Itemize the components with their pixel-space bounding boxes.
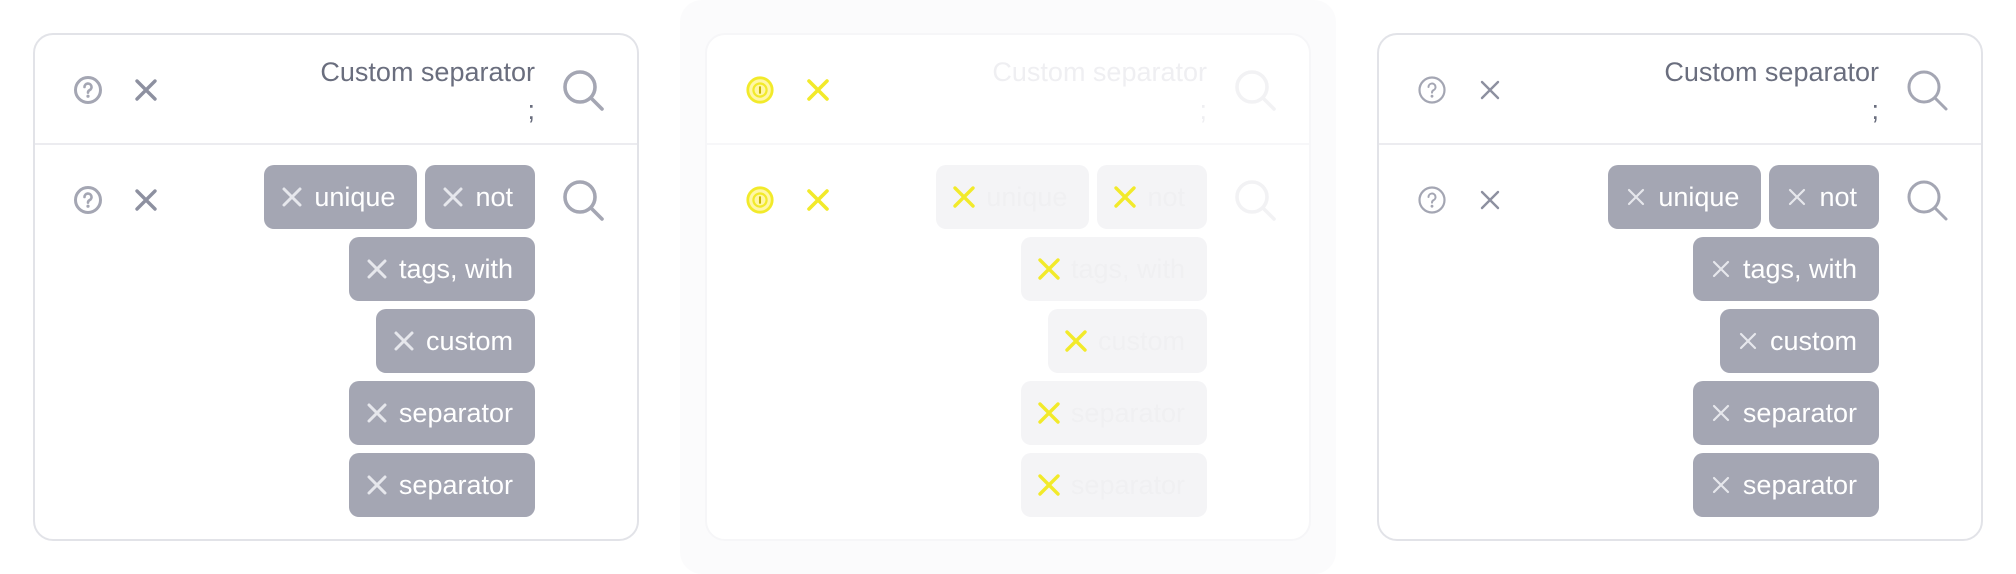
remove-tag-icon[interactable] xyxy=(1736,329,1760,353)
search-icon[interactable] xyxy=(559,66,607,114)
help-circle-icon[interactable] xyxy=(73,75,103,105)
remove-tag-icon[interactable] xyxy=(1785,185,1809,209)
tag-list: unique not tags, with custom separator s… xyxy=(1559,165,1879,517)
remove-tag-icon[interactable] xyxy=(1709,257,1733,281)
tags-row: unique not tags, with custom separator s… xyxy=(707,145,1309,539)
clear-icon[interactable] xyxy=(131,185,161,215)
tag-label: unique xyxy=(314,181,396,212)
separator-field[interactable]: Custom separator ; xyxy=(175,53,535,129)
tag-input-panel: Custom separator ; unique not tags, with xyxy=(33,33,639,541)
separator-field-value: ; xyxy=(1199,95,1207,125)
tag: separator xyxy=(348,381,535,445)
tags-row: unique not tags, with custom separator s… xyxy=(35,145,637,539)
tag-label: separator xyxy=(1070,397,1185,428)
remove-tag-icon[interactable] xyxy=(1037,473,1061,497)
remove-tag-icon[interactable] xyxy=(441,185,465,209)
lightbulb-icon[interactable] xyxy=(745,185,775,215)
tag-label: not xyxy=(475,181,513,212)
clear-icon[interactable] xyxy=(1475,185,1505,215)
search-icon[interactable] xyxy=(1903,176,1951,224)
tag-label: not xyxy=(1819,181,1857,212)
remove-tag-icon[interactable] xyxy=(365,257,389,281)
tag-label: separator xyxy=(1742,397,1857,428)
clear-icon[interactable] xyxy=(1475,75,1505,105)
tag-label: unique xyxy=(986,181,1068,212)
tag: separator xyxy=(1020,453,1207,517)
tag: unique xyxy=(264,165,418,229)
separator-field-value: ; xyxy=(527,95,535,125)
remove-tag-icon[interactable] xyxy=(1624,185,1648,209)
tag: unique xyxy=(1608,165,1762,229)
separator-field-label: Custom separator xyxy=(1664,57,1879,87)
tag-label: custom xyxy=(425,325,513,356)
tag: unique xyxy=(936,165,1090,229)
clear-icon[interactable] xyxy=(131,75,161,105)
clear-icon[interactable] xyxy=(803,185,833,215)
tag: separator xyxy=(1692,453,1879,517)
tag-label: separator xyxy=(1742,469,1857,500)
help-circle-icon[interactable] xyxy=(1417,75,1447,105)
tag-label: separator xyxy=(398,469,513,500)
tag-label: separator xyxy=(398,397,513,428)
tag-label: tags, with xyxy=(1742,253,1857,284)
tags-row: unique not tags, with custom separator s… xyxy=(1379,145,1981,539)
remove-tag-icon[interactable] xyxy=(365,473,389,497)
tag-label: tags, with xyxy=(1070,253,1185,284)
separator-field-value: ; xyxy=(1871,95,1879,125)
remove-tag-icon[interactable] xyxy=(365,401,389,425)
separator-field-label: Custom separator xyxy=(992,57,1207,87)
tag-input-panel: Custom separator ; unique not tags, with xyxy=(1377,33,1983,541)
tag: custom xyxy=(1719,309,1879,373)
remove-tag-icon[interactable] xyxy=(1709,401,1733,425)
tag: custom xyxy=(1047,309,1207,373)
remove-tag-icon[interactable] xyxy=(1037,401,1061,425)
remove-tag-icon[interactable] xyxy=(392,329,416,353)
search-icon[interactable] xyxy=(1903,66,1951,114)
separator-row: Custom separator ; xyxy=(707,35,1309,145)
separator-row: Custom separator ; xyxy=(1379,35,1981,145)
tag-list: unique not tags, with custom separator s… xyxy=(887,165,1207,517)
tag-label: separator xyxy=(1070,469,1185,500)
remove-tag-icon[interactable] xyxy=(1709,473,1733,497)
tag-label: not xyxy=(1147,181,1185,212)
search-icon[interactable] xyxy=(1231,176,1279,224)
tag: not xyxy=(1769,165,1879,229)
separator-row: Custom separator ; xyxy=(35,35,637,145)
help-circle-icon[interactable] xyxy=(73,185,103,215)
tag-label: custom xyxy=(1097,325,1185,356)
remove-tag-icon[interactable] xyxy=(1064,329,1088,353)
tag-label: tags, with xyxy=(398,253,513,284)
separator-field[interactable]: Custom separator ; xyxy=(847,53,1207,129)
tag-list: unique not tags, with custom separator s… xyxy=(215,165,535,517)
lightbulb-icon[interactable] xyxy=(745,75,775,105)
remove-tag-icon[interactable] xyxy=(280,185,304,209)
search-icon[interactable] xyxy=(559,176,607,224)
tag-label: custom xyxy=(1769,325,1857,356)
remove-tag-icon[interactable] xyxy=(952,185,976,209)
tag: separator xyxy=(1020,381,1207,445)
help-circle-icon[interactable] xyxy=(1417,185,1447,215)
separator-field-label: Custom separator xyxy=(320,57,535,87)
tag: tags, with xyxy=(348,237,535,301)
tag: tags, with xyxy=(1692,237,1879,301)
tag: not xyxy=(425,165,535,229)
tag: separator xyxy=(348,453,535,517)
tag: not xyxy=(1097,165,1207,229)
tag-input-panel-faded: Custom separator ; unique not tags, with xyxy=(705,33,1311,541)
separator-field[interactable]: Custom separator ; xyxy=(1519,53,1879,129)
tag: separator xyxy=(1692,381,1879,445)
tag: tags, with xyxy=(1020,237,1207,301)
tag-label: unique xyxy=(1658,181,1740,212)
clear-icon[interactable] xyxy=(803,75,833,105)
tag: custom xyxy=(375,309,535,373)
remove-tag-icon[interactable] xyxy=(1113,185,1137,209)
search-icon[interactable] xyxy=(1231,66,1279,114)
remove-tag-icon[interactable] xyxy=(1037,257,1061,281)
